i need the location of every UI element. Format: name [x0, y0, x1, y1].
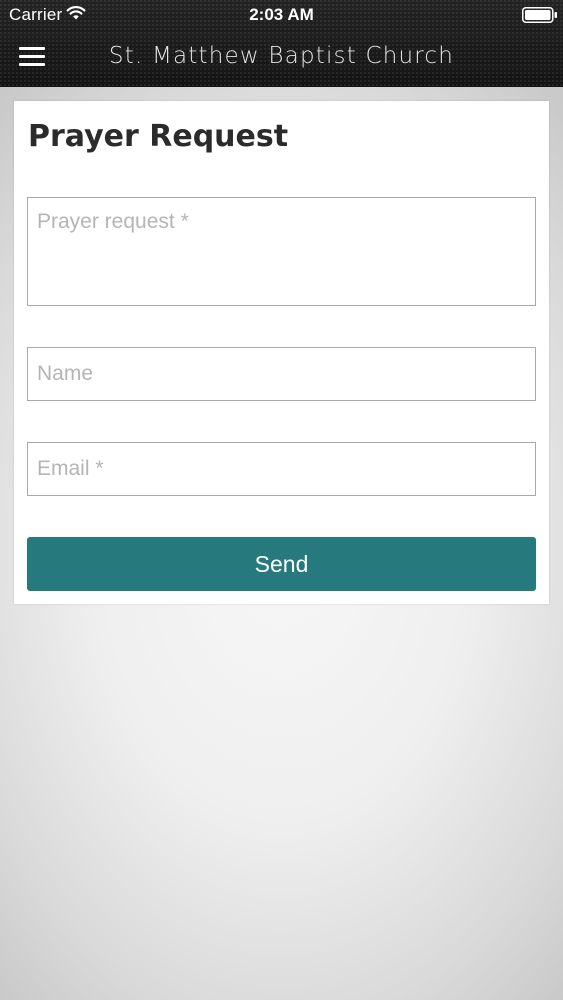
status-time: 2:03 AM [249, 5, 314, 24]
battery-icon [522, 7, 557, 23]
navigation-bar: St. Matthew Baptist Church [0, 30, 563, 87]
name-field[interactable] [27, 347, 536, 401]
send-button[interactable]: Send [27, 537, 536, 591]
prayer-request-form: Prayer Request Send [14, 101, 549, 604]
prayer-request-field[interactable] [27, 197, 536, 306]
app-title: St. Matthew Baptist Church [108, 43, 455, 69]
email-field[interactable] [27, 442, 536, 496]
form-title: Prayer Request [28, 119, 289, 154]
status-bar: Carrier 2:03 AM [0, 0, 563, 30]
app-header: Carrier 2:03 AM St. Matthew Baptist Chur… [0, 0, 563, 87]
